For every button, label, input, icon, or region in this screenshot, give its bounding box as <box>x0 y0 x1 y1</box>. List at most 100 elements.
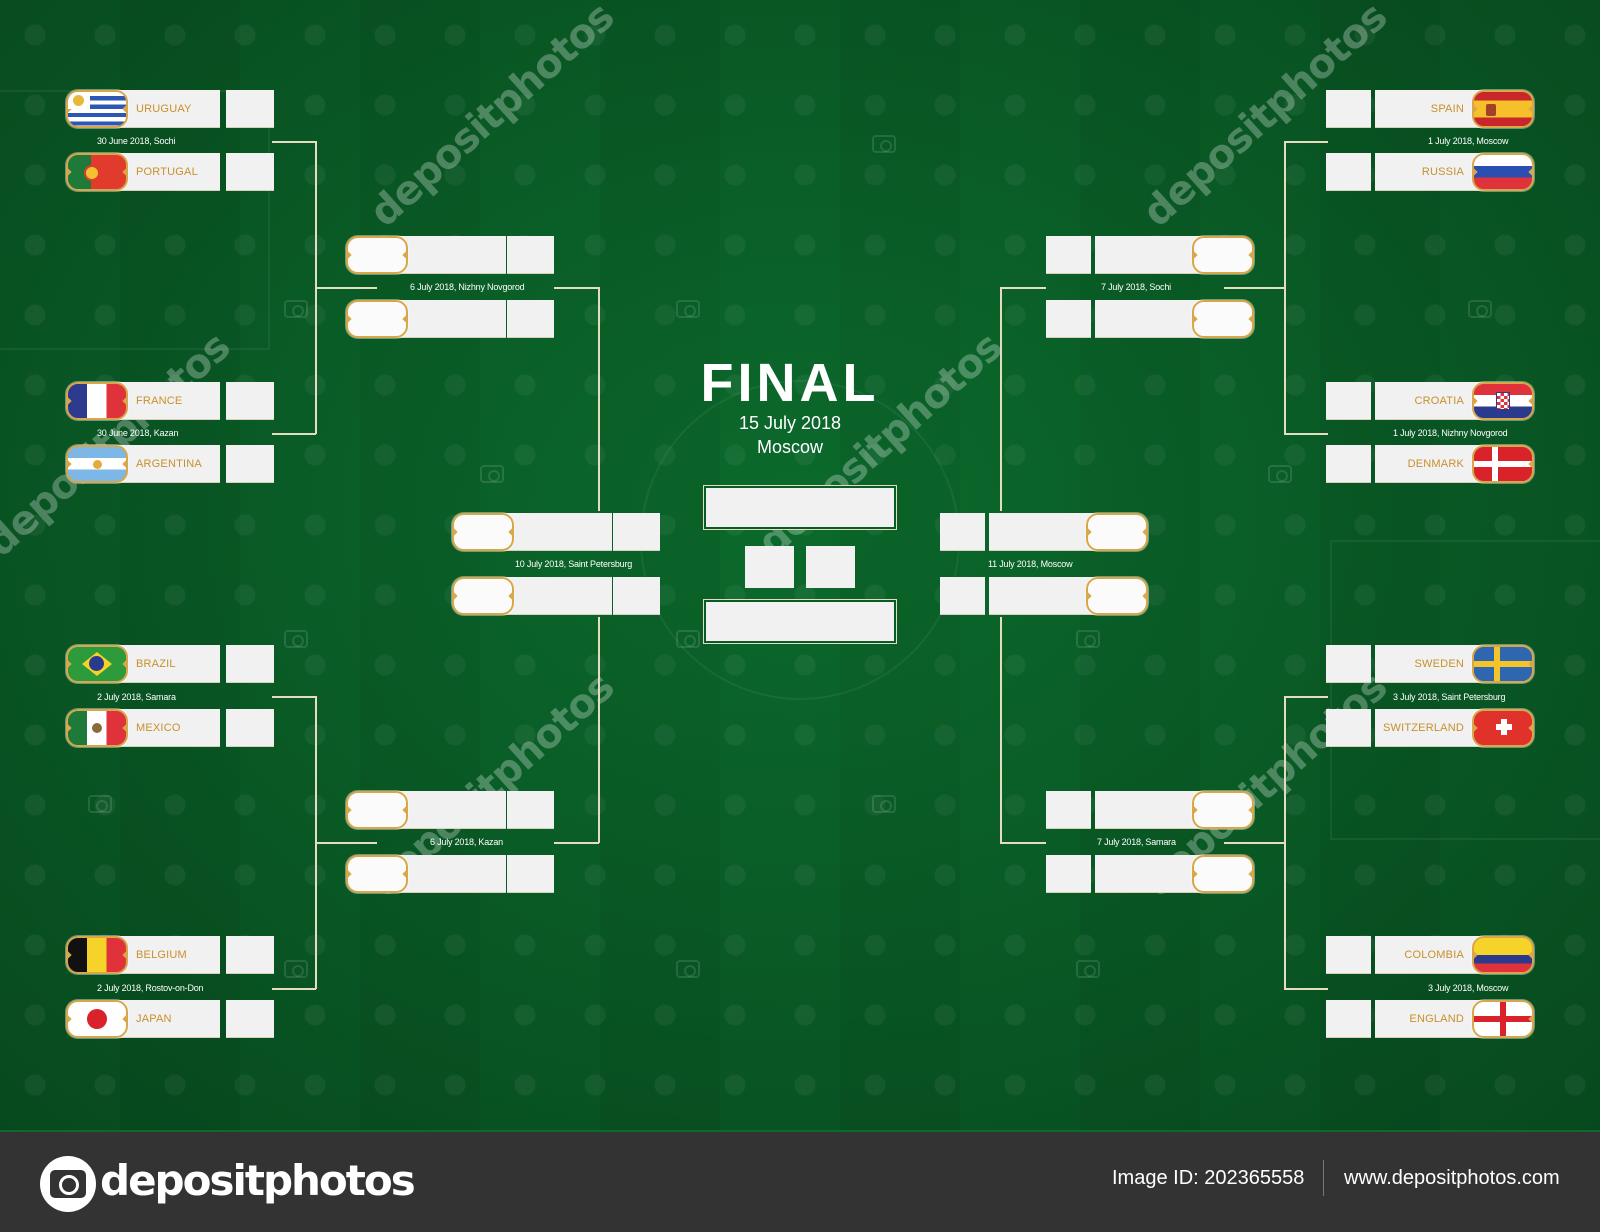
footer-divider <box>1323 1160 1324 1196</box>
team-slot-croatia[interactable]: CROATIA <box>1326 382 1534 420</box>
empty-flag-placeholder-icon <box>1086 513 1148 551</box>
score-box[interactable] <box>226 936 274 974</box>
team-name: DENMARK <box>1407 458 1464 470</box>
denmark-flag-icon <box>1472 445 1534 483</box>
score-box[interactable] <box>1326 153 1371 191</box>
qf-slot[interactable] <box>1046 855 1254 893</box>
match-date: 7 July 2018, Sochi <box>1101 282 1171 292</box>
qf-slot[interactable] <box>346 236 554 274</box>
sf-slot[interactable] <box>940 513 1148 551</box>
belgium-flag-icon <box>66 936 128 974</box>
final-team-a-box[interactable] <box>703 485 897 530</box>
site-url-link[interactable]: www.depositphotos.com <box>1344 1167 1560 1190</box>
score-box[interactable] <box>940 577 985 615</box>
team-slot-argentina[interactable]: ARGENTINA <box>66 445 274 483</box>
england-flag-icon <box>1472 1000 1534 1038</box>
final-score-a[interactable] <box>745 546 794 588</box>
team-name: PORTUGAL <box>136 166 198 178</box>
score-box[interactable] <box>226 90 274 128</box>
score-box[interactable] <box>226 445 274 483</box>
team-slot-brazil[interactable]: BRAZIL <box>66 645 274 683</box>
sf-slot[interactable] <box>940 577 1148 615</box>
portugal-flag-icon <box>66 153 128 191</box>
camera-watermark-icon <box>676 630 700 648</box>
score-box[interactable] <box>226 1000 274 1038</box>
team-slot-denmark[interactable]: DENMARK <box>1326 445 1534 483</box>
score-box[interactable] <box>507 300 554 338</box>
sf-slot[interactable] <box>452 513 660 551</box>
image-id: Image ID: 202365558 <box>1112 1167 1305 1189</box>
team-slot-russia[interactable]: RUSSIA <box>1326 153 1534 191</box>
sf-slot[interactable] <box>452 577 660 615</box>
match-date: 6 July 2018, Nizhny Novgorod <box>410 282 525 292</box>
score-box[interactable] <box>1046 300 1091 338</box>
connector-line <box>1000 617 1002 843</box>
qf-slot[interactable] <box>1046 300 1254 338</box>
final-heading: FINAL <box>700 353 880 413</box>
croatia-flag-icon <box>1472 382 1534 420</box>
connector-line <box>554 842 599 844</box>
score-box[interactable] <box>507 791 554 829</box>
camera-watermark-icon <box>1076 630 1100 648</box>
mexico-flag-icon <box>66 709 128 747</box>
score-box[interactable] <box>507 236 554 274</box>
score-box[interactable] <box>226 709 274 747</box>
team-slot-switzerland[interactable]: SWITZERLAND <box>1326 709 1534 747</box>
final-city: Moscow <box>756 437 823 457</box>
team-name: CROATIA <box>1414 395 1464 407</box>
score-box[interactable] <box>1326 709 1371 747</box>
score-box[interactable] <box>226 382 274 420</box>
team-slot-spain[interactable]: SPAIN <box>1326 90 1534 128</box>
team-slot-sweden[interactable]: SWEDEN <box>1326 645 1534 683</box>
score-box[interactable] <box>226 153 274 191</box>
logo-text: depositphotos <box>100 1156 416 1205</box>
team-slot-uruguay[interactable]: URUGUAY <box>66 90 274 128</box>
team-slot-mexico[interactable]: MEXICO <box>66 709 274 747</box>
connector-line <box>272 433 316 435</box>
camera-watermark-icon <box>872 795 896 813</box>
final-date: 15 July 2018 <box>738 413 842 433</box>
score-box[interactable] <box>1326 382 1371 420</box>
score-box[interactable] <box>613 577 660 615</box>
score-box[interactable] <box>613 513 660 551</box>
final-score-b[interactable] <box>806 546 855 588</box>
connector-line <box>1224 842 1285 844</box>
team-slot-france[interactable]: FRANCE <box>66 382 274 420</box>
score-box[interactable] <box>226 645 274 683</box>
connector-line <box>1000 842 1046 844</box>
qf-slot[interactable] <box>1046 236 1254 274</box>
connector-line <box>1000 287 1002 511</box>
score-box[interactable] <box>1046 791 1091 829</box>
team-name: FRANCE <box>136 395 183 407</box>
camera-watermark-icon <box>480 465 504 483</box>
score-box[interactable] <box>1326 90 1371 128</box>
team-slot-portugal[interactable]: PORTUGAL <box>66 153 274 191</box>
qf-slot[interactable] <box>346 791 554 829</box>
connector-line <box>315 287 377 289</box>
camera-watermark-icon <box>284 960 308 978</box>
team-slot-belgium[interactable]: BELGIUM <box>66 936 274 974</box>
score-box[interactable] <box>507 855 554 893</box>
team-slot-england[interactable]: ENGLAND <box>1326 1000 1534 1038</box>
score-box[interactable] <box>1326 1000 1371 1038</box>
team-slot-japan[interactable]: JAPAN <box>66 1000 274 1038</box>
qf-slot[interactable] <box>1046 791 1254 829</box>
connector-line <box>272 988 316 990</box>
empty-flag-placeholder-icon <box>1192 236 1254 274</box>
team-name: SWEDEN <box>1414 658 1464 670</box>
camera-watermark-icon <box>1468 300 1492 318</box>
final-team-b-box[interactable] <box>703 599 897 644</box>
empty-flag-placeholder-icon <box>1192 855 1254 893</box>
team-name: MEXICO <box>136 722 181 734</box>
score-box[interactable] <box>940 513 985 551</box>
empty-flag-placeholder-icon <box>1086 577 1148 615</box>
qf-slot[interactable] <box>346 300 554 338</box>
team-slot-colombia[interactable]: COLOMBIA <box>1326 936 1534 974</box>
score-box[interactable] <box>1046 855 1091 893</box>
score-box[interactable] <box>1046 236 1091 274</box>
score-box[interactable] <box>1326 645 1371 683</box>
score-box[interactable] <box>1326 936 1371 974</box>
score-box[interactable] <box>1326 445 1371 483</box>
match-date: 3 July 2018, Saint Petersburg <box>1393 692 1506 702</box>
qf-slot[interactable] <box>346 855 554 893</box>
